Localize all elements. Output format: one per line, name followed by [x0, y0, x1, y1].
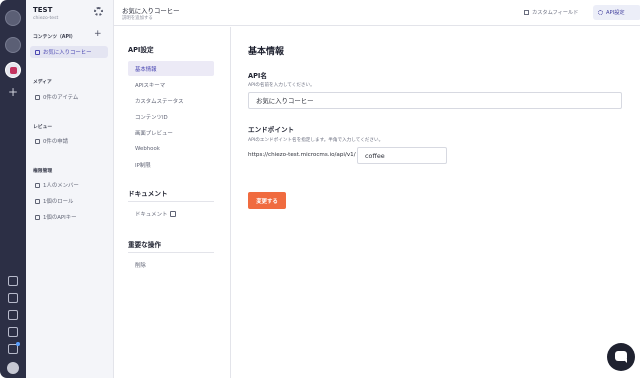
api-settings-label: API設定: [606, 10, 625, 16]
app-window: + TEST chiezo-test コンテンツ（API） + お気に入りコーヒ…: [0, 0, 640, 378]
service-avatar-active[interactable]: [5, 62, 21, 78]
sidebar-item-label: 0件の申請: [43, 139, 68, 145]
add-description-link[interactable]: 説明を追加する: [122, 15, 153, 21]
broadcast-icon[interactable]: [8, 276, 18, 286]
api-settings-heading: API設定: [128, 46, 154, 54]
basic-info-panel: 基本情報 API名 APIの名前を入力してください。 お気に入りコーヒー エンド…: [232, 27, 640, 378]
contents-section-label: コンテンツ（API）: [33, 35, 76, 40]
sidebar-item-label: 0件のアイテム: [43, 95, 79, 101]
endpoint-label: エンドポイント: [248, 126, 295, 134]
review-section-label: レビュー: [33, 125, 53, 130]
divider: [128, 252, 214, 253]
add-service-icon[interactable]: +: [8, 86, 18, 98]
menu-item-documents[interactable]: ドキュメント: [128, 206, 214, 221]
sidebar-item-media[interactable]: 0件のアイテム: [30, 91, 108, 103]
api-name-label: API名: [248, 72, 267, 80]
key-icon: [35, 214, 40, 220]
sidebar-item-label: お気に入りコーヒー: [43, 50, 92, 56]
section-title: 基本情報: [248, 47, 285, 57]
page-header: お気に入りコーヒー 説明を追加する カスタムフィールド API設定: [114, 0, 640, 26]
users-icon: [35, 198, 40, 204]
service-avatar-1[interactable]: [5, 10, 21, 26]
workspace-name: TEST: [33, 6, 53, 14]
sidebar-item-label: 1個のロール: [43, 199, 74, 205]
document-icon[interactable]: [8, 293, 18, 303]
user-avatar[interactable]: [7, 362, 19, 374]
sidebar-item-roles[interactable]: 1個のロール: [30, 195, 108, 207]
chat-icon: [35, 138, 40, 144]
service-avatar-2[interactable]: [5, 37, 21, 53]
submit-button[interactable]: 変更する: [248, 192, 286, 209]
page-title: お気に入りコーヒー: [122, 7, 180, 15]
menu-item-content-id[interactable]: コンテンツID: [128, 109, 214, 124]
add-api-icon[interactable]: +: [94, 30, 102, 39]
menu-item-label: ドキュメント: [135, 211, 168, 218]
sidebar-item-apikeys[interactable]: 1個のAPIキー: [30, 211, 108, 223]
sidebar-item-api[interactable]: お気に入りコーヒー: [30, 46, 108, 58]
endpoint-description: APIのエンドポイント名を指定します。半角で入力してください。: [248, 138, 384, 143]
workspace-id: chiezo-test: [33, 16, 59, 21]
field-icon: [524, 10, 529, 15]
menu-item-delete[interactable]: 削除: [128, 257, 214, 272]
menu-item-ip-restriction[interactable]: IP制限: [128, 157, 214, 172]
media-section-label: メディア: [33, 80, 52, 85]
divider: [128, 201, 214, 202]
sidebar-item-label: 1個のAPIキー: [43, 215, 77, 221]
api-name-input[interactable]: お気に入りコーヒー: [248, 92, 622, 109]
endpoint-prefix: https://chiezo-test.microcms.io/api/v1/: [248, 152, 356, 158]
list-icon: [35, 49, 40, 55]
service-sidebar: TEST chiezo-test コンテンツ（API） + お気に入りコーヒー …: [26, 0, 114, 378]
menu-item-custom-status[interactable]: カスタムステータス: [128, 93, 214, 108]
documents-heading: ドキュメント: [128, 190, 168, 198]
menu-item-basic-info[interactable]: 基本情報: [128, 61, 214, 76]
user-icon: [35, 182, 40, 188]
custom-field-button[interactable]: カスタムフィールド: [524, 9, 578, 16]
permission-section-label: 権限管理: [33, 169, 53, 174]
chat-support-button[interactable]: [607, 343, 635, 371]
danger-heading: 重要な操作: [128, 241, 161, 249]
custom-field-label: カスタムフィールド: [532, 10, 579, 16]
service-rail: +: [0, 0, 26, 378]
gear-icon: [598, 10, 603, 15]
api-name-description: APIの名前を入力してください。: [248, 83, 315, 88]
menu-item-webhook[interactable]: Webhook: [128, 141, 214, 156]
shirt-icon: [10, 67, 17, 74]
image-icon: [35, 94, 40, 100]
chat-bubble-tail: [623, 359, 627, 363]
sidebar-item-label: 1人のメンバー: [43, 183, 79, 189]
menu-item-preview[interactable]: 画面プレビュー: [128, 125, 214, 140]
notification-dot: [16, 342, 20, 346]
gear-icon[interactable]: [94, 7, 103, 16]
api-settings-button[interactable]: API設定: [593, 5, 640, 20]
endpoint-input[interactable]: coffee: [357, 147, 447, 164]
external-link-icon: [170, 210, 177, 217]
team-icon[interactable]: [8, 327, 18, 337]
settings-menu: API設定 基本情報 APIスキーマ カスタムステータス コンテンツID 画面プ…: [114, 27, 231, 378]
map-icon[interactable]: [8, 310, 18, 320]
menu-item-api-schema[interactable]: APIスキーマ: [128, 77, 214, 92]
sidebar-item-review[interactable]: 0件の申請: [30, 135, 108, 147]
sidebar-item-members[interactable]: 1人のメンバー: [30, 179, 108, 191]
